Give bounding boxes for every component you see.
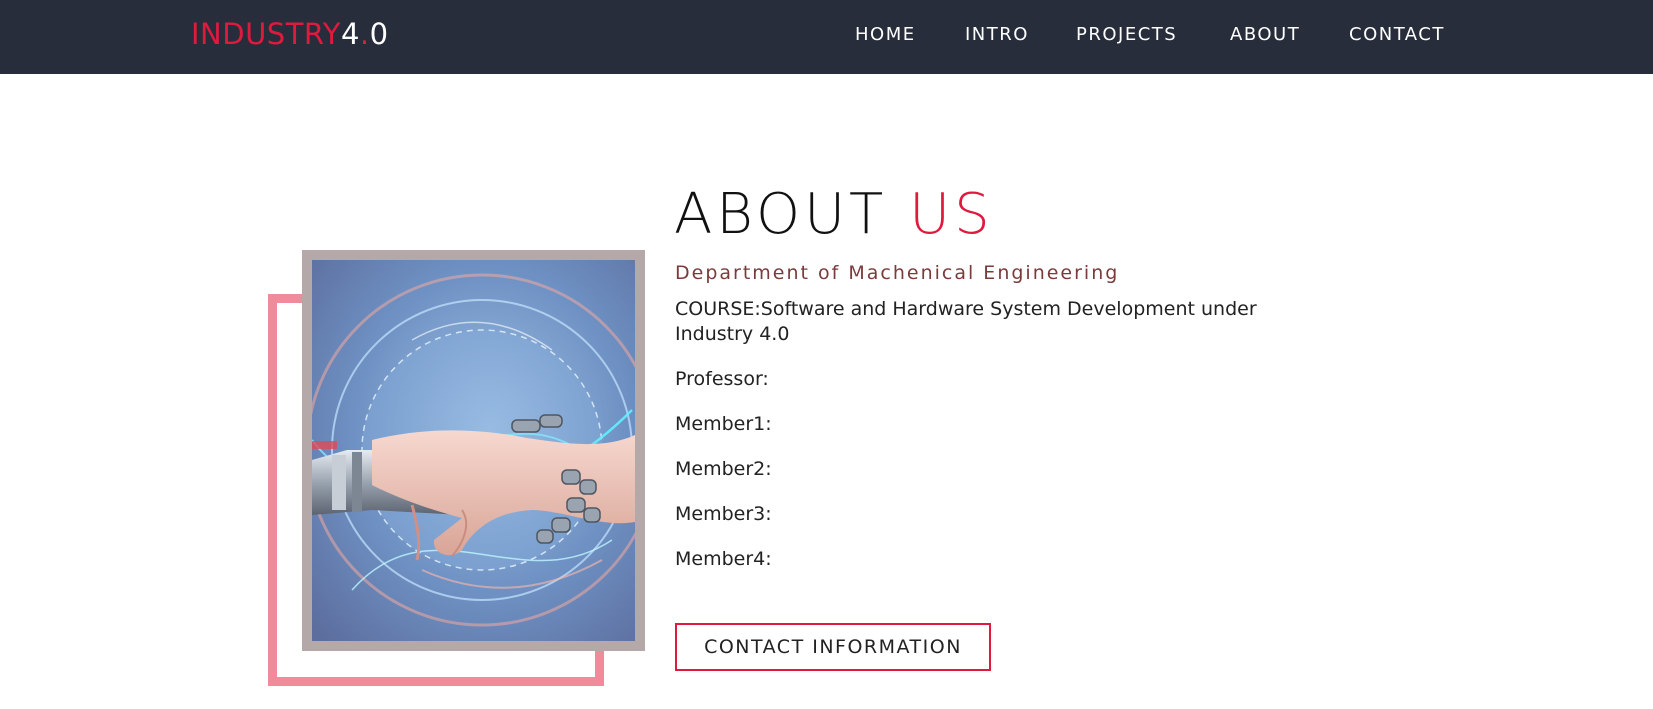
logo-version-minor: 0 — [369, 17, 389, 51]
member-3-label: Member3: — [675, 503, 772, 525]
logo-brand-text: INDUSTRY — [191, 17, 341, 51]
about-title-accent: US — [909, 182, 994, 247]
contact-information-button[interactable]: CONTACT INFORMATION — [675, 623, 991, 671]
professor-label: Professor: — [675, 368, 769, 390]
member-4-label: Member4: — [675, 548, 772, 570]
member-2-label: Member2: — [675, 458, 772, 480]
nav-projects-link[interactable]: PROJECTS — [1076, 22, 1177, 48]
department-subtitle: Department of Machenical Engineering — [675, 262, 1120, 284]
course-text: COURSE:Software and Hardware System Deve… — [675, 298, 1257, 345]
robot-human-handshake-image — [312, 260, 635, 641]
logo-version-major: 4 — [340, 17, 360, 51]
nav-intro-link[interactable]: INTRO — [965, 22, 1029, 48]
about-title-main: ABOUT — [674, 182, 888, 247]
site-logo[interactable]: INDUSTRY4.0 — [191, 16, 389, 52]
logo-version-dot: . — [359, 17, 370, 51]
about-image-frame — [302, 250, 645, 651]
nav-about-link[interactable]: ABOUT — [1230, 22, 1300, 48]
member-1-label: Member1: — [675, 413, 772, 435]
top-navbar: INDUSTRY4.0 HOME INTRO PROJECTS ABOUT CO… — [0, 0, 1653, 74]
about-title: ABOUT US — [674, 180, 994, 250]
nav-home-link[interactable]: HOME — [855, 22, 916, 48]
nav-contact-link[interactable]: CONTACT — [1349, 22, 1445, 48]
